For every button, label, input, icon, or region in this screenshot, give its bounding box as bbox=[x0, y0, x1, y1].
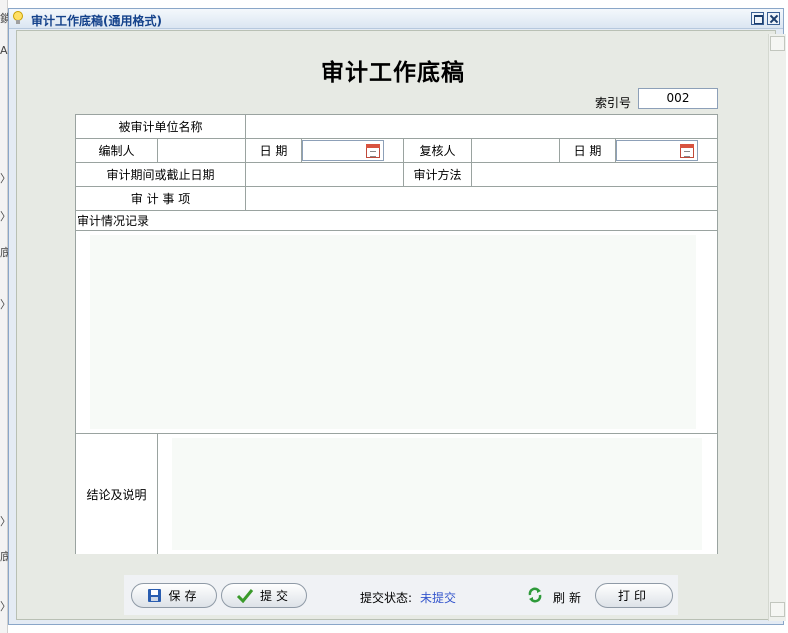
calendar-icon[interactable] bbox=[680, 144, 694, 158]
close-icon[interactable] bbox=[767, 12, 780, 25]
save-label: 保存 bbox=[168, 589, 201, 603]
matters-field[interactable] bbox=[246, 187, 718, 211]
record-label: 审计情况记录 bbox=[76, 211, 718, 231]
refresh-icon[interactable] bbox=[527, 587, 543, 603]
document-title: 审计工作底稿 bbox=[321, 59, 465, 86]
scroll-down-arrow[interactable] bbox=[770, 602, 785, 617]
period-field[interactable] bbox=[246, 163, 404, 187]
window-title: 审计工作底稿(通用格式) bbox=[31, 14, 162, 28]
conclusion-inner bbox=[172, 438, 702, 550]
preparer-label: 编制人 bbox=[76, 139, 158, 163]
save-button[interactable]: 保存 bbox=[131, 583, 217, 608]
submit-button[interactable]: 提交 bbox=[221, 583, 307, 608]
edge-text: A bbox=[0, 44, 8, 57]
lightbulb-icon bbox=[13, 11, 23, 24]
reviewer-label: 复核人 bbox=[404, 139, 472, 163]
action-toolbar: 保存 提交 提交状态: 未提交 刷新 打印 bbox=[124, 575, 678, 615]
submit-label: 提交 bbox=[259, 589, 292, 603]
title-bar[interactable]: 审计工作底稿(通用格式) bbox=[9, 9, 783, 29]
dialog-window: 审计工作底稿(通用格式) 审计工作底稿 索引号 002 被审计单位名称 编制人 … bbox=[8, 8, 786, 625]
index-field[interactable]: 002 bbox=[638, 88, 718, 109]
date-cell bbox=[302, 139, 404, 163]
matters-label: 审 计 事 项 bbox=[76, 187, 246, 211]
index-label: 索引号 bbox=[595, 96, 632, 110]
audited-unit-field[interactable] bbox=[246, 115, 718, 139]
date-label: 日 期 bbox=[246, 139, 302, 163]
preparer-field[interactable] bbox=[158, 139, 246, 163]
print-button[interactable]: 打印 bbox=[595, 583, 673, 608]
reviewer-field[interactable] bbox=[472, 139, 560, 163]
date2-label: 日 期 bbox=[560, 139, 616, 163]
conclusion-label: 结论及说明 bbox=[76, 434, 158, 554]
maximize-icon[interactable] bbox=[751, 12, 764, 25]
vertical-scrollbar[interactable] bbox=[768, 34, 786, 621]
record-textarea[interactable] bbox=[76, 231, 718, 434]
method-label: 审计方法 bbox=[404, 163, 472, 187]
conclusion-textarea[interactable] bbox=[158, 434, 718, 554]
content-area: 审计工作底稿 索引号 002 被审计单位名称 编制人 日 期 复核人 日 期 审… bbox=[16, 30, 786, 621]
form-table: 被审计单位名称 编制人 日 期 复核人 日 期 审计期间或截止日期 审计方法 审… bbox=[75, 114, 718, 554]
print-label: 打印 bbox=[617, 589, 650, 603]
calendar-icon[interactable] bbox=[366, 144, 380, 158]
date2-cell bbox=[616, 139, 718, 163]
background-app-edge: 鎖 A 〉 〉 底 〉 〉 底 〉 bbox=[0, 0, 11, 633]
date2-field[interactable] bbox=[616, 140, 698, 161]
record-inner bbox=[90, 235, 696, 429]
scroll-up-arrow[interactable] bbox=[770, 36, 785, 51]
date-field[interactable] bbox=[302, 140, 384, 161]
submit-status-value: 未提交 bbox=[420, 591, 457, 605]
audited-unit-label: 被审计单位名称 bbox=[76, 115, 246, 139]
save-icon bbox=[148, 589, 162, 602]
method-field[interactable] bbox=[472, 163, 718, 187]
refresh-button[interactable]: 刷新 bbox=[553, 589, 585, 606]
period-label: 审计期间或截止日期 bbox=[76, 163, 246, 187]
submit-status-label: 提交状态: bbox=[360, 591, 413, 605]
checkmark-icon bbox=[236, 589, 254, 603]
